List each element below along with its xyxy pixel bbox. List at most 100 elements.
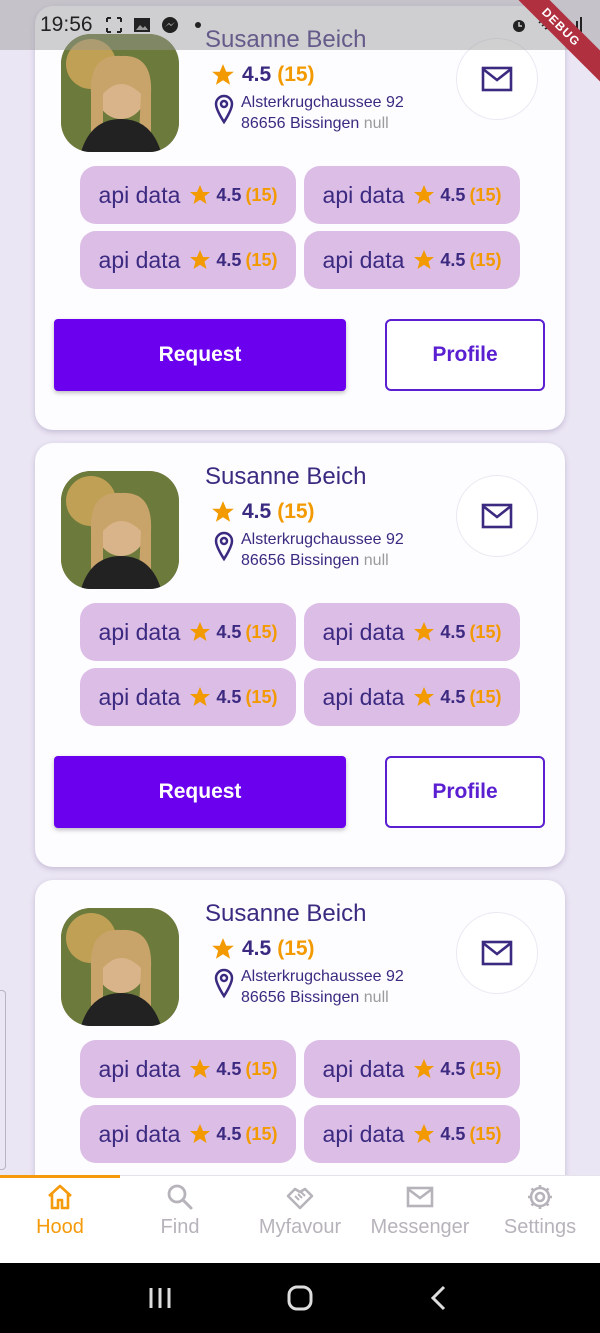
star-icon — [414, 622, 435, 641]
messenger-icon — [161, 17, 178, 33]
status-bar: 19:56 — [0, 0, 600, 50]
chip-label: api data — [98, 246, 181, 273]
service-chip[interactable]: api data 4.5 (15) — [304, 603, 520, 661]
provider-name: Susanne Beich — [205, 463, 367, 490]
gallery-icon — [133, 18, 150, 32]
home-icon — [48, 1184, 72, 1210]
star-icon — [414, 1124, 435, 1143]
nav-label: Myfavour — [258, 1216, 342, 1238]
avatar[interactable] — [61, 908, 179, 1026]
location-pin-icon — [214, 968, 234, 999]
service-chip[interactable]: api data 4.5 (15) — [80, 1105, 296, 1163]
star-icon — [190, 1059, 211, 1078]
chip-rating: 4.5 — [216, 249, 242, 270]
recent-apps-icon[interactable] — [143, 1281, 177, 1315]
rating-value: 4.5 — [242, 63, 272, 86]
nav-label: Hood — [36, 1216, 84, 1238]
chip-label: api data — [98, 1055, 181, 1082]
nav-item-hood[interactable]: Hood — [0, 1175, 120, 1264]
provider-address: Alsterkrugchaussee 92 86656 Bissingen nu… — [213, 92, 404, 134]
star-icon — [190, 622, 211, 641]
alarm-icon — [513, 20, 525, 32]
chip-label: api data — [98, 683, 181, 710]
chip-count: (15) — [245, 621, 278, 642]
provider-rating: 4.5 (15) — [210, 936, 315, 962]
service-chip[interactable]: api data 4.5 (15) — [80, 166, 296, 224]
avatar[interactable] — [61, 471, 179, 589]
provider-name: Susanne Beich — [205, 900, 367, 927]
chip-count: (15) — [469, 621, 502, 642]
chip-rating: 4.5 — [216, 1058, 242, 1079]
chip-rating: 4.5 — [440, 621, 466, 642]
chip-rating: 4.5 — [216, 184, 242, 205]
address-line1: Alsterkrugchaussee 92 — [241, 531, 404, 548]
star-icon — [190, 185, 211, 204]
chip-count: (15) — [469, 1058, 502, 1079]
service-chip[interactable]: api data 4.5 (15) — [304, 668, 520, 726]
status-time: 19:56 — [40, 13, 93, 36]
provider-rating: 4.5 (15) — [210, 62, 315, 88]
address-line1: Alsterkrugchaussee 92 — [241, 968, 404, 985]
star-icon — [190, 1124, 211, 1143]
chip-label: api data — [98, 1120, 181, 1147]
message-button[interactable] — [456, 475, 538, 557]
service-chip[interactable]: api data 4.5 (15) — [80, 668, 296, 726]
chip-label: api data — [322, 683, 405, 710]
profile-button[interactable]: Profile — [385, 756, 545, 828]
search-icon — [167, 1184, 193, 1210]
side-drawer-handle[interactable] — [0, 990, 6, 1170]
system-navigation-bar — [0, 1263, 600, 1333]
service-chip[interactable]: api data 4.5 (15) — [304, 1105, 520, 1163]
home-circle-icon[interactable] — [283, 1281, 317, 1315]
request-button[interactable]: Request — [54, 756, 346, 828]
nav-item-find[interactable]: Find — [120, 1176, 240, 1264]
chip-rating: 4.5 — [440, 249, 466, 270]
avatar[interactable] — [61, 34, 179, 152]
request-button[interactable]: Request — [54, 319, 346, 391]
message-button[interactable] — [456, 912, 538, 994]
chip-count: (15) — [245, 686, 278, 707]
chip-count: (15) — [245, 184, 278, 205]
chip-rating: 4.5 — [216, 686, 242, 707]
screenshot-icon — [105, 17, 122, 33]
service-chip[interactable]: api data 4.5 (15) — [304, 166, 520, 224]
location-pin-icon — [214, 94, 234, 125]
mail-icon — [481, 66, 513, 92]
star-icon — [414, 185, 435, 204]
chip-count: (15) — [469, 249, 502, 270]
star-icon — [212, 501, 234, 522]
nav-item-settings[interactable]: Settings — [480, 1176, 600, 1264]
service-chip[interactable]: api data 4.5 (15) — [304, 231, 520, 289]
chip-rating: 4.5 — [216, 621, 242, 642]
nav-item-myfavour[interactable]: Myfavour — [240, 1176, 360, 1264]
chip-count: (15) — [245, 249, 278, 270]
mail-icon — [406, 1186, 434, 1208]
service-chip[interactable]: api data 4.5 (15) — [80, 603, 296, 661]
back-icon[interactable] — [423, 1281, 457, 1315]
rating-count: (15) — [277, 500, 315, 523]
provider-address: Alsterkrugchaussee 92 86656 Bissingen nu… — [213, 529, 404, 571]
star-icon — [414, 250, 435, 269]
address-line2: 86656 Bissingen — [241, 115, 360, 132]
service-chip[interactable]: api data 4.5 (15) — [80, 231, 296, 289]
profile-button[interactable]: Profile — [385, 319, 545, 391]
rating-value: 4.5 — [242, 500, 272, 523]
chip-label: api data — [322, 1055, 405, 1082]
address-suffix: null — [363, 989, 389, 1006]
star-icon — [414, 687, 435, 706]
nav-item-messenger[interactable]: Messenger — [360, 1176, 480, 1264]
message-button[interactable] — [456, 38, 538, 120]
star-icon — [212, 64, 234, 85]
star-icon — [190, 250, 211, 269]
star-icon — [414, 1059, 435, 1078]
chip-label: api data — [322, 181, 405, 208]
chip-rating: 4.5 — [440, 1058, 466, 1079]
chip-label: api data — [322, 1120, 405, 1147]
chip-count: (15) — [469, 184, 502, 205]
service-chip[interactable]: api data 4.5 (15) — [304, 1040, 520, 1098]
chip-count: (15) — [469, 686, 502, 707]
provider-card: Susanne Beich 4.5 (15) Alsterkrugchaussee… — [35, 880, 565, 1200]
rating-count: (15) — [277, 63, 315, 86]
provider-rating: 4.5 (15) — [210, 499, 315, 525]
service-chip[interactable]: api data 4.5 (15) — [80, 1040, 296, 1098]
